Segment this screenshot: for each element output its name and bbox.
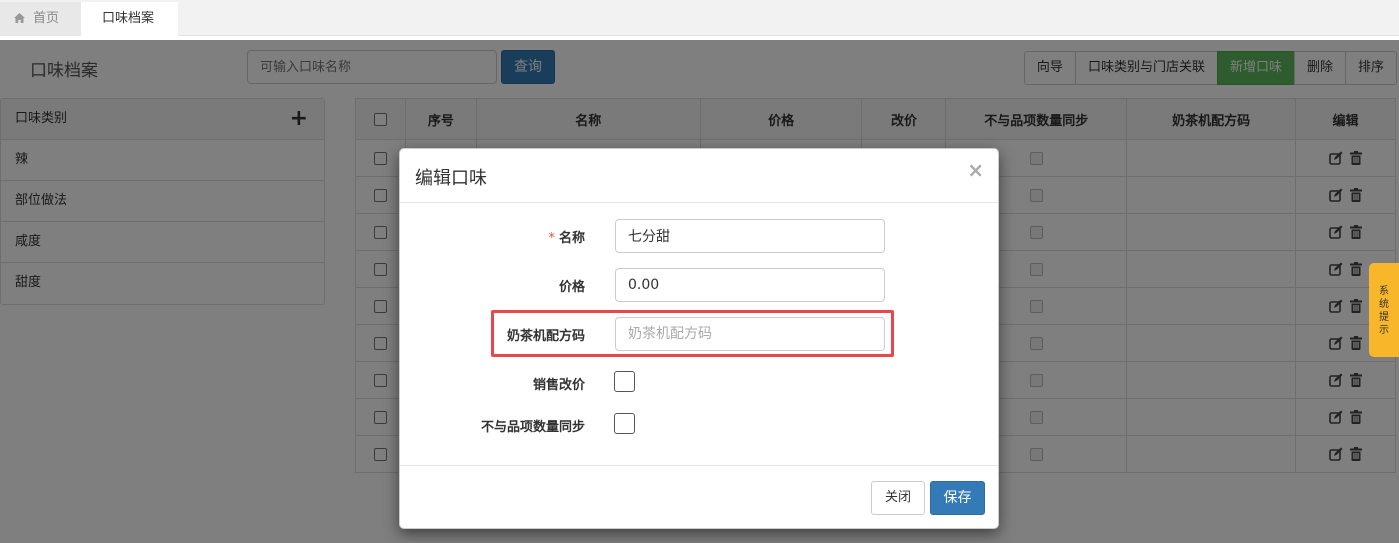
sale-price-change-label: 销售改价 — [532, 378, 585, 393]
price-field[interactable] — [615, 268, 885, 302]
name-label: * 名称 — [548, 227, 585, 246]
tab-flavor-archive[interactable]: 口味档案 — [81, 2, 178, 36]
dialog-footer: 关闭 保存 — [400, 465, 998, 529]
required-mark: * — [548, 231, 555, 246]
close-button[interactable]: 关闭 — [871, 481, 925, 515]
home-icon — [14, 13, 25, 23]
no-sync-label: 不与品项数量同步 — [480, 420, 585, 435]
sale-price-change-checkbox[interactable] — [614, 371, 635, 392]
close-icon[interactable]: × — [967, 160, 984, 180]
name-field[interactable] — [615, 219, 885, 253]
no-sync-checkbox[interactable] — [614, 413, 635, 434]
tab-home-label: 首页 — [33, 11, 60, 26]
sale-price-change-row: 销售改价 — [400, 366, 1000, 400]
name-row: * 名称 — [400, 219, 1000, 253]
tab-home[interactable]: 首页 — [0, 2, 81, 36]
system-tips-tab[interactable]: 系统提示 — [1369, 263, 1399, 357]
recipe-code-row: 奶茶机配方码 — [400, 317, 1000, 351]
tab-bar: 首页 口味档案 — [0, 0, 1399, 36]
recipe-code-label: 奶茶机配方码 — [506, 329, 585, 344]
dialog-header: 编辑口味 × — [400, 149, 998, 203]
save-button[interactable]: 保存 — [930, 481, 985, 515]
recipe-code-field[interactable] — [615, 317, 885, 351]
system-tips-label: 系统提示 — [1379, 286, 1389, 336]
dialog-title: 编辑口味 — [415, 168, 487, 189]
price-row: 价格 — [400, 268, 1000, 302]
edit-flavor-dialog: 编辑口味 × *名称 价格 奶茶机配方码 销售改价 不与品项数量同步 关闭 保存 — [399, 148, 999, 529]
no-sync-row: 不与品项数量同步 — [400, 408, 1000, 442]
name-label-text: 名称 — [558, 231, 585, 246]
price-label: 价格 — [558, 280, 585, 295]
